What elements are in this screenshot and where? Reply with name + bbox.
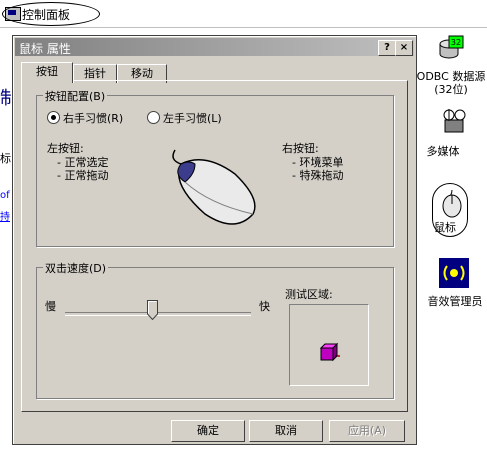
mouse-label[interactable]: 鼠标 — [409, 219, 481, 235]
jack-in-the-box-icon[interactable] — [318, 341, 340, 363]
odbc-label-sub[interactable]: (32位) — [415, 81, 487, 97]
fast-label: 快 — [259, 300, 270, 313]
close-button[interactable]: × — [395, 40, 413, 56]
button-config-legend: 按钮配置(B) — [43, 88, 108, 104]
test-area-label: 测试区域: — [285, 288, 333, 301]
slow-label: 慢 — [45, 300, 56, 313]
tab-panel: 按钮配置(B) 右手习惯(R) 左手习惯(L) 左按钮: - 正常选定 - 正常… — [21, 80, 408, 412]
apply-button[interactable]: 应用(A) — [329, 420, 405, 442]
sound-manager-label[interactable]: 音效管理员 — [419, 293, 487, 309]
background-link-fragment[interactable]: of — [0, 190, 10, 201]
help-button[interactable]: ? — [378, 40, 396, 56]
mouse-illustration-icon — [172, 149, 256, 225]
ok-button[interactable]: 确定 — [171, 420, 245, 442]
background-link-fragment-2[interactable]: 持 — [0, 208, 10, 223]
control-panel-items: 32 ODBC 数据源 (32位) 多媒体 鼠标 音效管理员 — [415, 28, 487, 452]
dialog-title: 鼠标 属性 — [19, 42, 71, 56]
sound-manager-icon[interactable] — [439, 258, 469, 288]
multimedia-label[interactable]: 多媒体 — [407, 143, 479, 159]
right-handed-radio[interactable] — [47, 111, 60, 124]
left-handed-radio[interactable] — [147, 111, 160, 124]
double-click-legend: 双击速度(D) — [43, 260, 109, 276]
button-config-group: 按钮配置(B) 右手习惯(R) 左手习惯(L) 左按钮: - 正常选定 - 正常… — [36, 88, 394, 247]
left-button-item: - 正常拖动 — [57, 169, 109, 182]
mouse-properties-dialog: 鼠标 属性 ? × 按钮 指针 移动 按钮配置(B) 右手习惯(R) 左手习惯(… — [12, 35, 417, 445]
control-panel-titlebar: 控制面板 — [0, 0, 487, 28]
test-area-box[interactable] — [289, 304, 369, 386]
odbc-icon[interactable]: 32 — [437, 34, 467, 64]
background-text-fragment: 标 — [0, 152, 11, 165]
cancel-button[interactable]: 取消 — [249, 420, 323, 442]
double-click-group: 双击速度(D) 慢 快 测试区域: — [36, 260, 394, 399]
highlight-ellipse — [2, 2, 100, 26]
multimedia-icon[interactable] — [439, 106, 469, 136]
double-click-slider-thumb[interactable] — [147, 300, 158, 320]
double-click-slider-track[interactable] — [65, 312, 251, 316]
left-handed-label[interactable]: 左手习惯(L) — [163, 110, 222, 126]
right-button-item: - 特殊拖动 — [292, 169, 344, 182]
svg-text:32: 32 — [451, 38, 461, 47]
tab-buttons[interactable]: 按钮 — [21, 62, 73, 83]
right-handed-label[interactable]: 右手习惯(R) — [63, 110, 123, 126]
mouse-icon[interactable] — [437, 188, 467, 218]
dialog-titlebar[interactable]: 鼠标 属性 ? × — [15, 38, 414, 56]
